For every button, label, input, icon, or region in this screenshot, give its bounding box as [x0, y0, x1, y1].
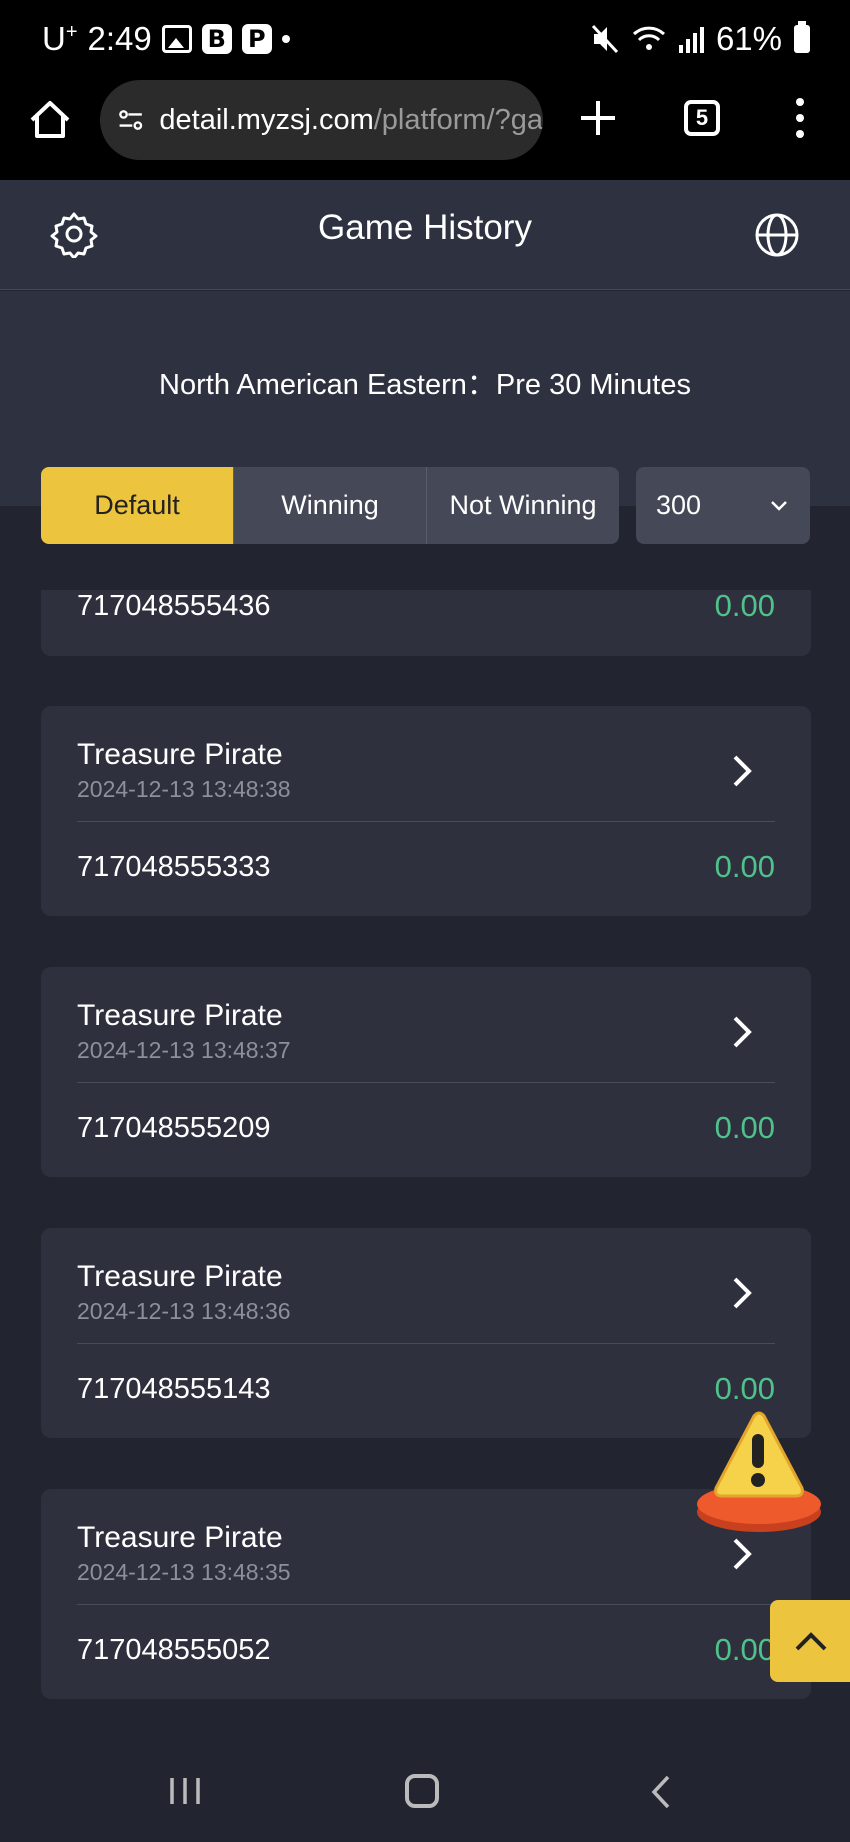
more-notifications-dot-icon	[281, 35, 290, 43]
status-left: U+ 2:49 B P	[42, 20, 290, 58]
signal-icon	[678, 27, 704, 53]
status-bar: U+ 2:49 B P 61%	[0, 0, 850, 80]
scroll-to-top-button[interactable]	[770, 1600, 850, 1682]
p-app-notification-icon: P	[241, 24, 272, 54]
system-home-icon[interactable]	[405, 1774, 439, 1808]
tab-switcher-button[interactable]: 5	[684, 100, 720, 136]
carrier-text: U	[42, 20, 66, 57]
result-filter-tabs: Default Winning Not Winning	[41, 467, 619, 544]
battery-percent: 61%	[715, 20, 782, 57]
card-divider	[77, 1604, 775, 1605]
bet-time: 2024-12-13 13:48:38	[77, 776, 291, 802]
order-id: 717048555143	[77, 1373, 271, 1405]
system-nav-bar	[0, 1734, 850, 1842]
back-icon[interactable]	[650, 1774, 672, 1810]
game-name: Treasure Pirate	[77, 1260, 283, 1293]
url-host: detail.myzsj.com	[159, 103, 374, 136]
bet-time: 2024-12-13 13:48:35	[77, 1559, 291, 1585]
more-options-icon[interactable]	[790, 96, 810, 140]
order-id: 717048555333	[77, 851, 271, 883]
win-amount: 0.00	[714, 588, 775, 623]
warning-icon[interactable]	[694, 1410, 824, 1540]
tab-not-winning[interactable]: Not Winning	[427, 467, 619, 544]
list-item[interactable]: Treasure Pirate 2024-12-13 13:48:37 7170…	[41, 967, 811, 1177]
card-divider	[77, 821, 775, 822]
browser-home-icon[interactable]	[28, 98, 72, 142]
chevron-right-icon[interactable]	[729, 754, 755, 788]
chevron-right-icon[interactable]	[729, 1537, 755, 1571]
game-name: Treasure Pirate	[77, 738, 283, 771]
game-name: Treasure Pirate	[77, 999, 283, 1032]
record-count-value: 300	[656, 490, 702, 520]
globe-icon[interactable]	[754, 212, 800, 258]
chevron-up-icon	[795, 1632, 827, 1651]
app-header: Game History	[0, 180, 850, 290]
status-right: 61%	[590, 20, 810, 58]
address-bar[interactable]: detail.myzsj.com/platform/?ga	[100, 80, 543, 160]
win-amount: 0.00	[714, 1371, 775, 1406]
bet-time: 2024-12-13 13:48:37	[77, 1037, 291, 1063]
tab-winning[interactable]: Winning	[234, 467, 427, 544]
battery-icon	[794, 21, 810, 53]
carrier-sup: +	[65, 21, 78, 43]
win-amount: 0.00	[714, 1632, 775, 1667]
order-id: 717048555436	[77, 590, 271, 622]
recent-apps-icon[interactable]	[168, 1776, 202, 1806]
clock: 2:49	[87, 20, 152, 57]
url-text: detail.myzsj.com/platform/?ga	[159, 104, 543, 137]
new-tab-icon[interactable]	[578, 98, 618, 138]
app-screen: U+ 2:49 B P 61% detail.myzsj.com/platfor…	[0, 0, 850, 1842]
win-amount: 0.00	[714, 1110, 775, 1145]
browser-toolbar: detail.myzsj.com/platform/?ga 5	[0, 80, 850, 180]
tab-default[interactable]: Default	[41, 467, 234, 544]
order-id: 717048555209	[77, 1112, 271, 1144]
gallery-notification-icon	[161, 25, 192, 53]
timezone-label: North American Eastern：Pre 30 Minutes	[159, 369, 691, 401]
list-item[interactable]: Treasure Pirate 2024-12-13 13:48:36 7170…	[41, 1228, 811, 1438]
win-amount: 0.00	[714, 849, 775, 884]
b-app-notification-icon: B	[201, 24, 232, 54]
bet-time: 2024-12-13 13:48:36	[77, 1298, 291, 1324]
chevron-down-icon	[771, 501, 787, 511]
game-name: Treasure Pirate	[77, 1521, 283, 1554]
filter-panel: North American Eastern：Pre 30 Minutes De…	[0, 291, 850, 544]
card-divider	[77, 1343, 775, 1344]
site-settings-icon[interactable]	[118, 105, 143, 135]
order-id: 717048555052	[77, 1634, 271, 1666]
wifi-icon	[632, 26, 665, 50]
mute-icon	[591, 24, 619, 54]
record-count-select[interactable]: 300	[636, 467, 810, 544]
chevron-right-icon[interactable]	[729, 1276, 755, 1310]
page-title: Game History	[318, 208, 532, 247]
chevron-right-icon[interactable]	[729, 1015, 755, 1049]
carrier-label: U+	[42, 20, 78, 58]
list-item-partial[interactable]: 717048555436 0.00	[41, 588, 811, 656]
url-path: /platform/?ga	[373, 103, 543, 136]
card-divider	[77, 1082, 775, 1083]
list-item[interactable]: Treasure Pirate 2024-12-13 13:48:38 7170…	[41, 706, 811, 916]
